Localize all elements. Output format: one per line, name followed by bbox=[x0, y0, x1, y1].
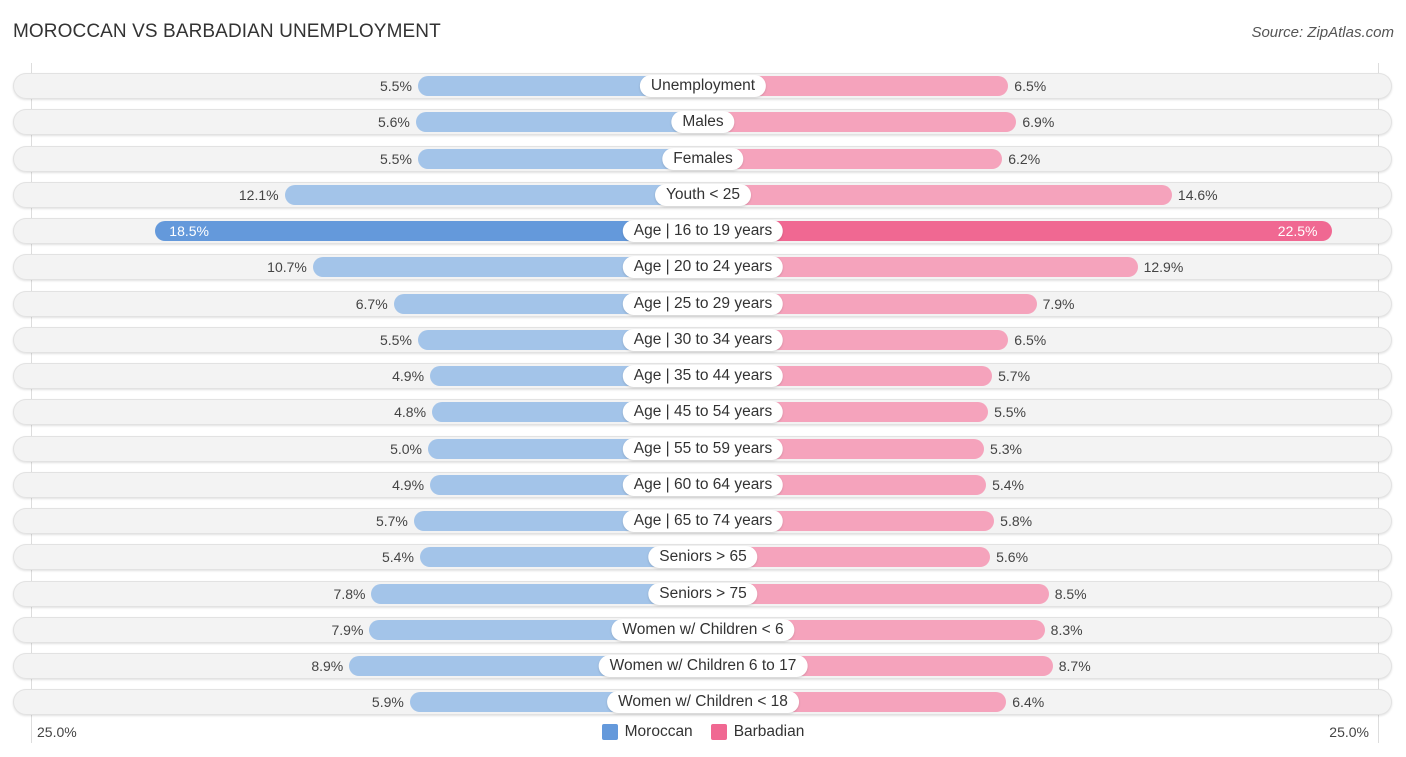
legend-label-barbadian: Barbadian bbox=[733, 723, 805, 740]
value-label-moroccan: 5.7% bbox=[375, 513, 408, 529]
category-label: Seniors > 75 bbox=[648, 582, 758, 605]
value-label-barbadian: 8.7% bbox=[1058, 658, 1091, 674]
value-label-moroccan: 5.4% bbox=[382, 549, 414, 566]
value-label-barbadian: 5.8% bbox=[1000, 513, 1033, 529]
bar-moroccan[interactable] bbox=[415, 112, 703, 133]
category-label: Age | 55 to 59 years bbox=[622, 437, 784, 460]
value-label-barbadian: 14.6% bbox=[1177, 186, 1218, 203]
category-label: Age | 65 to 74 years bbox=[622, 510, 784, 532]
category-label: Women w/ Children < 6 bbox=[611, 618, 795, 641]
value-label-barbadian: 8.3% bbox=[1050, 621, 1083, 638]
bar-barbadian[interactable] bbox=[703, 148, 1003, 169]
value-label-moroccan: 5.5% bbox=[379, 331, 412, 348]
value-label-barbadian: 6.5% bbox=[1014, 78, 1047, 94]
category-label: Women w/ Children < 18 bbox=[607, 691, 799, 714]
value-label-barbadian: 6.4% bbox=[1012, 694, 1045, 711]
legend-item-barbadian[interactable]: Barbadian bbox=[710, 723, 805, 741]
bar-moroccan[interactable] bbox=[284, 184, 703, 205]
value-label-moroccan: 4.8% bbox=[394, 404, 427, 421]
category-label: Age | 45 to 54 years bbox=[622, 401, 784, 424]
category-label: Age | 30 to 34 years bbox=[622, 328, 784, 351]
value-label-moroccan: 5.5% bbox=[379, 78, 412, 94]
value-label-moroccan: 5.6% bbox=[377, 114, 410, 131]
value-label-moroccan: 5.5% bbox=[379, 150, 412, 167]
value-label-barbadian: 5.3% bbox=[990, 440, 1022, 457]
value-label-moroccan: 5.9% bbox=[371, 694, 404, 711]
bar-moroccan[interactable] bbox=[155, 221, 703, 241]
category-label: Seniors > 65 bbox=[648, 546, 758, 569]
legend-swatch-barbadian bbox=[710, 724, 727, 740]
value-label-moroccan: 7.9% bbox=[331, 621, 364, 638]
bar-barbadian[interactable] bbox=[703, 112, 1017, 133]
value-label-moroccan: 4.9% bbox=[392, 476, 425, 493]
value-label-moroccan: 4.9% bbox=[392, 368, 425, 384]
value-label-moroccan: 18.5% bbox=[169, 223, 209, 239]
category-label: Age | 35 to 44 years bbox=[622, 365, 784, 387]
value-label-barbadian: 5.5% bbox=[994, 404, 1027, 421]
value-label-moroccan: 10.7% bbox=[267, 259, 307, 276]
legend-label-moroccan: Moroccan bbox=[624, 723, 693, 740]
bar-barbadian[interactable] bbox=[703, 184, 1172, 205]
category-label: Age | 16 to 19 years bbox=[622, 220, 784, 242]
value-label-moroccan: 7.8% bbox=[333, 585, 366, 602]
value-label-moroccan: 5.0% bbox=[390, 440, 422, 457]
value-label-barbadian: 22.5% bbox=[1277, 223, 1318, 239]
value-label-barbadian: 6.2% bbox=[1008, 150, 1041, 167]
legend-item-moroccan[interactable]: Moroccan bbox=[601, 723, 693, 741]
bar-moroccan[interactable] bbox=[417, 148, 703, 169]
category-label: Youth < 25 bbox=[655, 183, 751, 206]
value-label-barbadian: 5.4% bbox=[992, 476, 1024, 493]
category-label: Women w/ Children 6 to 17 bbox=[598, 655, 808, 677]
category-label: Males bbox=[671, 111, 735, 134]
bar-barbadian[interactable] bbox=[703, 221, 1332, 241]
value-label-barbadian: 5.6% bbox=[996, 549, 1029, 566]
category-label: Age | 20 to 24 years bbox=[622, 256, 784, 279]
chart-rows: 5.5% 6.5% Unemployment 5.6% 6.9% Males 5.5% 6.2… bbox=[0, 0, 1406, 757]
legend-swatch-moroccan bbox=[601, 724, 618, 740]
value-label-barbadian: 6.5% bbox=[1014, 331, 1047, 348]
value-label-barbadian: 5.7% bbox=[998, 368, 1031, 384]
value-label-barbadian: 8.5% bbox=[1054, 585, 1087, 602]
category-label: Age | 25 to 29 years bbox=[622, 292, 784, 315]
value-label-moroccan: 12.1% bbox=[238, 186, 279, 203]
category-label: Age | 60 to 64 years bbox=[622, 473, 784, 496]
legend: Moroccan Barbadian bbox=[0, 723, 1406, 741]
category-label: Unemployment bbox=[639, 75, 767, 97]
value-label-barbadian: 6.9% bbox=[1022, 114, 1055, 131]
category-label: Females bbox=[662, 147, 744, 170]
value-label-moroccan: 8.9% bbox=[311, 658, 344, 674]
value-label-barbadian: 12.9% bbox=[1143, 259, 1184, 276]
value-label-barbadian: 7.9% bbox=[1042, 295, 1075, 312]
value-label-moroccan: 6.7% bbox=[355, 295, 388, 312]
